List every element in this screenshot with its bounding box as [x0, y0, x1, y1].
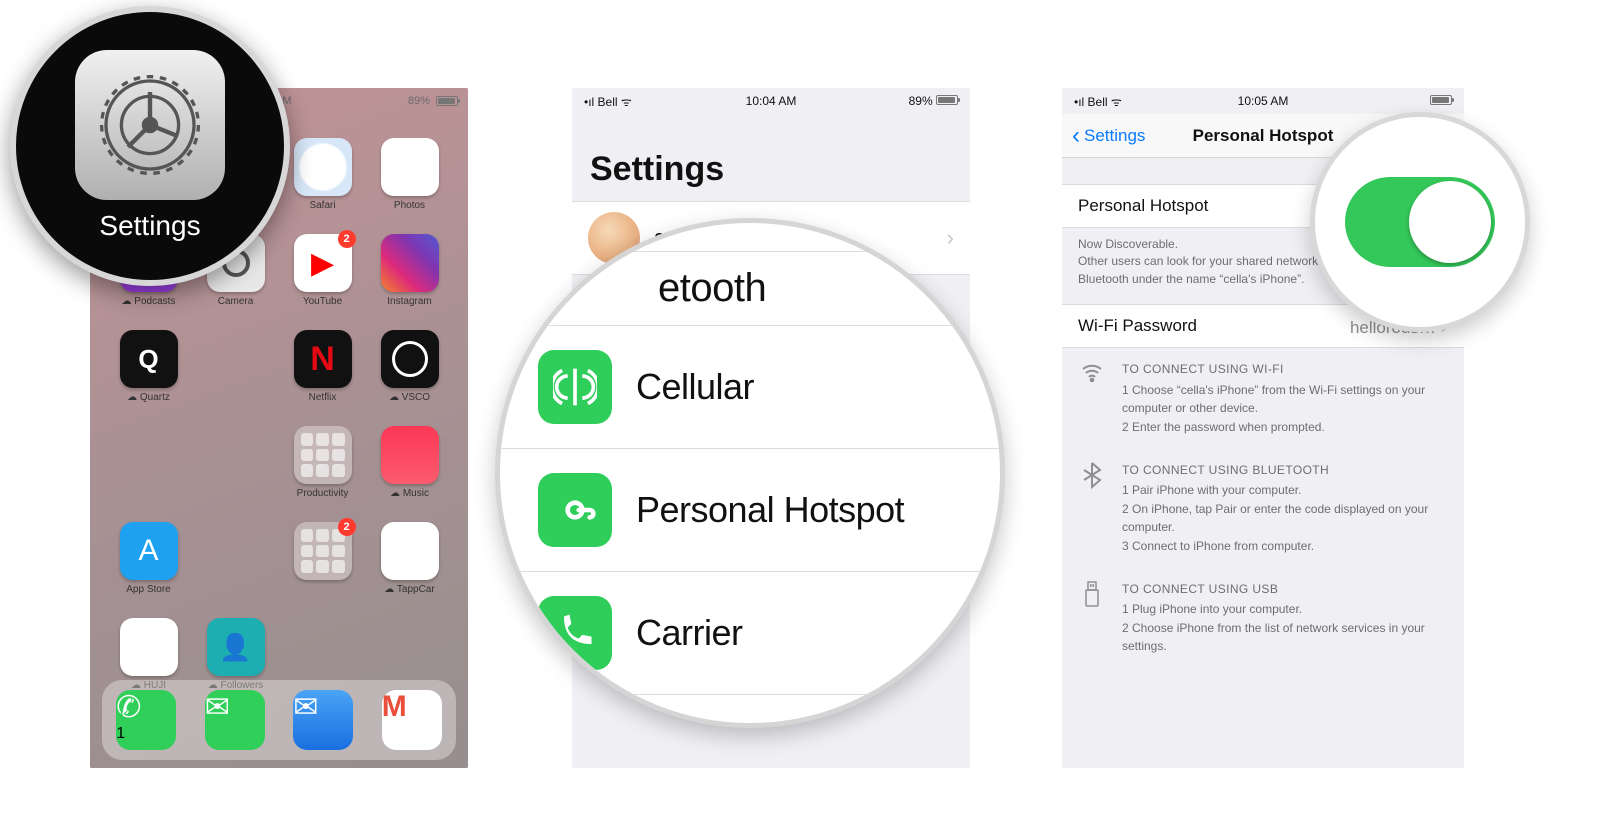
row-label: Carrier — [636, 612, 743, 654]
app-label: Safari — [309, 200, 335, 211]
app-label: Productivity — [297, 488, 349, 499]
battery-icon — [936, 95, 958, 105]
dock-app-phone[interactable]: ✆1 — [116, 690, 176, 750]
app-label: App Store — [126, 584, 170, 595]
dock-app-messages[interactable]: ✉︎ — [205, 690, 265, 750]
chevron-left-icon: ‹ — [1072, 124, 1080, 148]
app-quartz[interactable]: Q ☁ Quartz — [108, 330, 189, 420]
app-app-store[interactable]: A App Store — [108, 522, 189, 612]
dock: ✆1 ✉︎ ✉︎ M — [102, 680, 456, 760]
app-label: ☁ VSCO — [389, 392, 430, 403]
app-label: ☁ TappCar — [384, 584, 434, 595]
app-youtube[interactable]: ▶2 YouTube — [282, 234, 363, 324]
app-tile — [381, 138, 439, 196]
app-tile: Q — [120, 330, 178, 388]
app-tile: N — [294, 330, 352, 388]
status-bar: •ıl Bell ᯤ 10:04 AM 89% — [572, 88, 970, 114]
settings-row-cellular[interactable]: Cellular — [500, 326, 1000, 449]
app-tile: HUJI — [120, 618, 178, 676]
app-label: Camera — [218, 296, 254, 307]
wifi-icon — [1078, 360, 1106, 436]
instructions-section: TO CONNECT USING WI-FI1 Choose “cella's … — [1062, 348, 1464, 668]
status-bar: •ıl Bell ᯤ 10:05 AM — [1062, 88, 1464, 114]
instruction-bluetooth: TO CONNECT USING BLUETOOTH1 Pair iPhone … — [1062, 449, 1464, 568]
status-time: 10:04 AM — [746, 94, 797, 108]
app-instagram[interactable]: Instagram — [369, 234, 450, 324]
app-netflix[interactable]: N Netflix — [282, 330, 363, 420]
carrier-label: Bell — [598, 95, 618, 109]
badge: 2 — [338, 518, 356, 536]
battery-percent: 89% — [909, 94, 933, 108]
dock-app-gmail[interactable]: M — [382, 690, 442, 750]
battery-percent: 89% — [408, 95, 430, 107]
nav-title: Personal Hotspot — [1193, 126, 1334, 146]
row-label: Cellular — [636, 366, 754, 408]
app-tile — [294, 426, 352, 484]
app-productivity[interactable]: Productivity — [282, 426, 363, 516]
hotspot-icon — [538, 473, 612, 547]
settings-app-label: Settings — [99, 210, 200, 242]
instruction-text: TO CONNECT USING BLUETOOTH1 Pair iPhone … — [1122, 461, 1448, 556]
app-tile — [381, 522, 439, 580]
settings-app-icon[interactable] — [75, 50, 225, 200]
bluetooth-icon — [1078, 461, 1106, 556]
row-label: Personal Hotspot — [636, 489, 904, 531]
gear-icon — [95, 70, 205, 180]
chevron-right-icon: › — [947, 225, 954, 251]
cellular-icon — [538, 350, 612, 424]
app-tile — [381, 426, 439, 484]
settings-app-callout: Settings — [10, 6, 290, 286]
app-music[interactable]: ☁ Music — [369, 426, 450, 516]
battery-icon — [1430, 95, 1452, 105]
badge: 2 — [338, 230, 356, 248]
battery-icon — [436, 96, 458, 106]
settings-rows-callout: etooth Cellular Personal Hotspot Carrier — [495, 218, 1005, 728]
phone-icon — [538, 596, 612, 670]
app-icon[interactable]: 2 — [282, 522, 363, 612]
app-tile: A — [120, 522, 178, 580]
app-label: ☁ Podcasts — [122, 296, 176, 307]
app-safari[interactable]: Safari — [282, 138, 363, 228]
app-vsco[interactable]: ☁ VSCO — [369, 330, 450, 420]
app-label: Instagram — [387, 296, 431, 307]
toggle-label: Personal Hotspot — [1078, 196, 1208, 216]
usb-icon — [1078, 580, 1106, 656]
app-tile — [381, 234, 439, 292]
settings-header: Settings — [572, 114, 970, 201]
instruction-wifi: TO CONNECT USING WI-FI1 Choose “cella's … — [1062, 348, 1464, 448]
app-tile: ▶2 — [294, 234, 352, 292]
status-time: 10:05 AM — [1238, 94, 1289, 108]
dock-app-mail[interactable]: ✉︎ — [293, 690, 353, 750]
carrier-label: Bell — [1088, 95, 1108, 109]
discover-line1: Now Discoverable. — [1078, 237, 1178, 251]
back-label: Settings — [1084, 126, 1145, 146]
app-label: ☁ Music — [390, 488, 429, 499]
app-photos[interactable]: Photos — [369, 138, 450, 228]
app-tile: 2 — [294, 522, 352, 580]
toggle-callout — [1310, 112, 1530, 332]
app-tile — [381, 330, 439, 388]
settings-row-etooth[interactable]: etooth — [500, 251, 1000, 326]
instruction-usb: TO CONNECT USING USB1 Plug iPhone into y… — [1062, 568, 1464, 668]
app-tappcar[interactable]: ☁ TappCar — [369, 522, 450, 612]
app-label: Photos — [394, 200, 425, 211]
toggle-switch-large[interactable] — [1345, 177, 1495, 267]
row-label: etooth — [658, 266, 766, 311]
app-label: ☁ Quartz — [127, 392, 170, 403]
wifi-password-label: Wi-Fi Password — [1078, 316, 1197, 336]
back-button[interactable]: ‹ Settings — [1072, 124, 1145, 148]
app-label: YouTube — [303, 296, 342, 307]
instruction-text: TO CONNECT USING WI-FI1 Choose “cella's … — [1122, 360, 1448, 436]
settings-row-carrier[interactable]: Carrier — [500, 572, 1000, 695]
app-label: Netflix — [309, 392, 337, 403]
app-tile: 👤 — [207, 618, 265, 676]
settings-row-personal-hotspot[interactable]: Personal Hotspot — [500, 449, 1000, 572]
app-tile — [294, 138, 352, 196]
instruction-text: TO CONNECT USING USB1 Plug iPhone into y… — [1122, 580, 1448, 656]
